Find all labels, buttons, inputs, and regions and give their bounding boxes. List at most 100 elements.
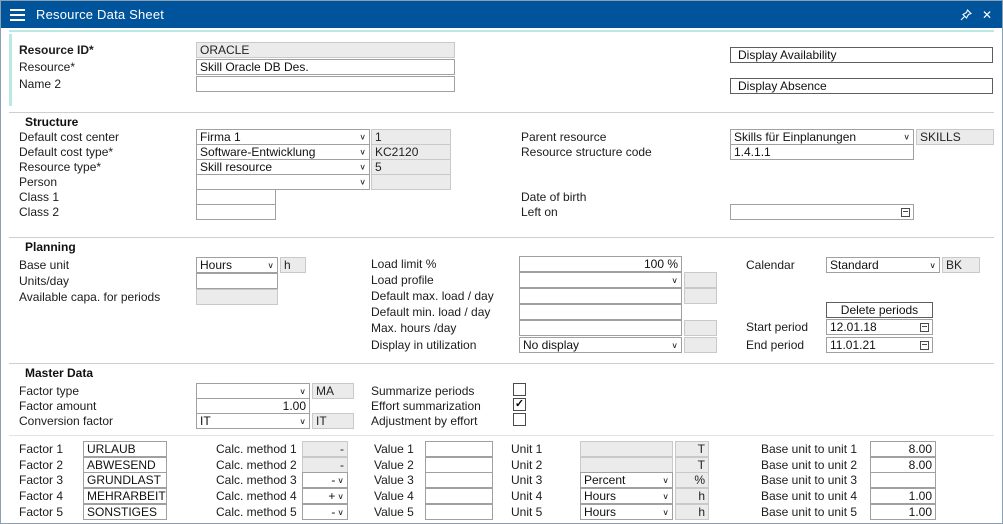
chevron-down-icon: ∨ <box>671 341 678 349</box>
factor-amount-label: Factor amount <box>19 398 96 414</box>
parent-resource-select[interactable]: Skills für Einplanungen ∨ <box>730 129 914 145</box>
available-capa-label: Available capa. for periods <box>19 289 160 305</box>
close-icon[interactable]: ✕ <box>982 9 992 21</box>
default-cost-type-select[interactable]: Software-Entwicklung ∨ <box>196 144 370 160</box>
chevron-down-icon: ∨ <box>337 508 344 516</box>
default-max-load-input[interactable] <box>519 288 682 304</box>
default-cost-center-select[interactable]: Firma 1 ∨ <box>196 129 370 145</box>
unit-5-code: h <box>675 504 709 520</box>
base-unit-to-unit-1-input[interactable]: 8.00 <box>870 441 936 457</box>
chevron-down-icon: ∨ <box>662 508 669 516</box>
unit-4-select[interactable]: Hours ∨ <box>580 488 673 504</box>
default-cost-type-label: Default cost type* <box>19 144 113 160</box>
selected-value: IT <box>200 414 297 428</box>
load-limit-input[interactable]: 100 % <box>519 256 682 272</box>
selected-value: - <box>306 505 335 519</box>
date-value: 11.01.21 <box>830 338 876 352</box>
conversion-factor-select[interactable]: IT ∨ <box>196 413 310 429</box>
left-on-date-input[interactable] <box>730 204 914 220</box>
resource-input[interactable]: Skill Oracle DB Des. <box>196 59 455 75</box>
start-period-date-input[interactable]: 12.01.18 <box>826 319 933 335</box>
calc-method-3-label: Calc. method 3 <box>216 472 297 488</box>
unit-4-label: Unit 4 <box>511 488 542 504</box>
parent-resource-label: Parent resource <box>521 129 606 145</box>
effort-summarization-checkbox[interactable] <box>513 398 526 411</box>
summarize-periods-checkbox[interactable] <box>513 383 526 396</box>
date-value: 12.01.18 <box>830 320 877 334</box>
factor-3-input[interactable]: GRUNDLAST <box>83 472 167 488</box>
calendar-icon[interactable] <box>920 341 929 350</box>
unit-3-select[interactable]: Percent ∨ <box>580 472 673 488</box>
menu-icon[interactable] <box>10 9 25 21</box>
value-1-input[interactable] <box>425 441 493 457</box>
default-min-load-input[interactable] <box>519 304 682 320</box>
factor-4-input[interactable]: MEHRARBEIT <box>83 488 167 504</box>
units-day-input[interactable] <box>196 273 278 289</box>
calc-method-1-field: - <box>302 441 348 457</box>
value-5-input[interactable] <box>425 504 493 520</box>
value-2-label: Value 2 <box>374 457 414 473</box>
class1-input[interactable] <box>196 189 276 205</box>
unit-1-label: Unit 1 <box>511 441 542 457</box>
date-of-birth-label: Date of birth <box>521 189 586 205</box>
value-5-label: Value 5 <box>374 504 414 520</box>
selected-value: Percent <box>584 473 660 487</box>
class2-input[interactable] <box>196 204 276 220</box>
base-unit-code: h <box>280 257 306 273</box>
chevron-down-icon: ∨ <box>903 133 910 141</box>
load-profile-select[interactable]: ∨ <box>519 272 682 288</box>
base-unit-to-unit-4-input[interactable]: 1.00 <box>870 488 936 504</box>
factor-5-input[interactable]: SONSTIGES <box>83 504 167 520</box>
base-unit-to-unit-2-input[interactable]: 8.00 <box>870 457 936 473</box>
chevron-down-icon: ∨ <box>267 261 274 269</box>
selected-value: Software-Entwicklung <box>200 145 357 159</box>
factor-2-input[interactable]: ABWESEND <box>83 457 167 473</box>
calc-method-5-select[interactable]: - ∨ <box>302 504 348 520</box>
display-in-utilization-select[interactable]: No display ∨ <box>519 337 682 353</box>
adjustment-by-effort-checkbox[interactable] <box>513 413 526 426</box>
calc-method-3-select[interactable]: - ∨ <box>302 472 348 488</box>
person-code <box>371 174 451 190</box>
calc-method-4-select[interactable]: + ∨ <box>302 488 348 504</box>
max-hours-day-input[interactable] <box>519 320 682 336</box>
end-period-date-input[interactable]: 11.01.21 <box>826 337 933 353</box>
factor-5-label: Factor 5 <box>19 504 63 520</box>
conversion-factor-code: IT <box>312 413 354 429</box>
value-4-input[interactable] <box>425 488 493 504</box>
resource-type-select[interactable]: Skill resource ∨ <box>196 159 370 175</box>
base-unit-to-unit-3-input[interactable] <box>870 472 936 488</box>
window-title: Resource Data Sheet <box>36 7 164 22</box>
display-in-utilization-extra-field <box>684 337 717 353</box>
name2-input[interactable] <box>196 76 455 92</box>
factor-1-input[interactable]: URLAUB <box>83 441 167 457</box>
header-section: Resource ID* ORACLE Resource* Skill Orac… <box>1 28 1002 112</box>
load-limit-label: Load limit % <box>371 256 436 272</box>
calendar-icon[interactable] <box>920 323 929 332</box>
value-2-input[interactable] <box>425 457 493 473</box>
calendar-select[interactable]: Standard ∨ <box>826 257 940 273</box>
value-3-input[interactable] <box>425 472 493 488</box>
calendar-icon[interactable] <box>901 208 910 217</box>
resource-structure-code-input[interactable]: 1.4.1.1 <box>730 144 914 160</box>
unit-5-select[interactable]: Hours ∨ <box>580 504 673 520</box>
factor-amount-input[interactable]: 1.00 <box>196 398 310 414</box>
available-capa-field <box>196 289 278 305</box>
chevron-down-icon: ∨ <box>359 133 366 141</box>
base-unit-to-unit-3-label: Base unit to unit 3 <box>761 472 857 488</box>
unit-2-code: T <box>675 457 709 473</box>
calc-method-2-label: Calc. method 2 <box>216 457 297 473</box>
base-unit-select[interactable]: Hours ∨ <box>196 257 278 273</box>
display-absence-button[interactable]: Display Absence <box>730 78 993 94</box>
pin-icon[interactable] <box>960 9 972 21</box>
master-data-section: Master Data Factor type ∨ MA Factor amou… <box>1 363 1002 524</box>
person-label: Person <box>19 174 57 190</box>
factor-type-select[interactable]: ∨ <box>196 383 310 399</box>
chevron-down-icon: ∨ <box>662 492 669 500</box>
delete-periods-button[interactable]: Delete periods <box>826 302 933 318</box>
chevron-down-icon: ∨ <box>929 261 936 269</box>
display-availability-button[interactable]: Display Availability <box>730 47 993 63</box>
person-select[interactable]: ∨ <box>196 174 370 190</box>
base-unit-to-unit-5-input[interactable]: 1.00 <box>870 504 936 520</box>
resource-id-label: Resource ID* <box>19 42 94 58</box>
chevron-down-icon: ∨ <box>662 476 669 484</box>
